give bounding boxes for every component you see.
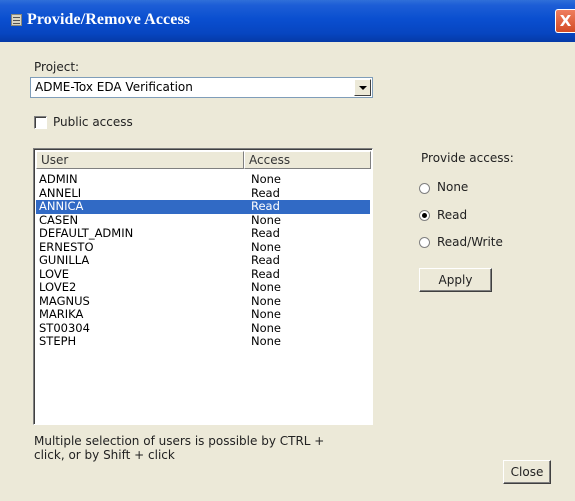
cell-access: Read (251, 185, 280, 200)
hint-line-1: Multiple selection of users is possible … (34, 434, 325, 448)
table-row[interactable]: STEPH None (36, 334, 370, 349)
cell-user: LOVE (39, 266, 69, 281)
cell-access: None (251, 320, 282, 335)
project-select-value: ADME-Tox EDA Verification (35, 80, 193, 94)
public-access-checkbox[interactable] (34, 116, 47, 129)
radio-read[interactable] (419, 210, 430, 221)
cell-access: None (251, 239, 282, 254)
table-row[interactable]: LOVE Read (36, 266, 370, 282)
window-menu-icon[interactable] (11, 14, 22, 26)
table-row[interactable]: ADMIN None (36, 172, 370, 187)
radio-read-label[interactable]: Read (437, 208, 467, 222)
table-row[interactable]: ANNELI Read (36, 185, 370, 201)
cell-access: None (251, 280, 282, 294)
table-row[interactable]: ST00304 None (36, 320, 370, 336)
users-list[interactable]: User Access ADMIN None ANNELI Read ANNICA Rea… (33, 148, 373, 425)
cell-access: None (251, 212, 282, 227)
table-row[interactable]: MARIKA None (36, 307, 370, 322)
project-label: Project: (34, 60, 80, 74)
cell-user: MARIKA (39, 307, 84, 321)
radio-none-label[interactable]: None (437, 180, 468, 194)
cell-user: ANNICA (39, 199, 84, 213)
cell-user: ADMIN (39, 172, 78, 186)
column-header-access[interactable]: Access (244, 151, 371, 169)
window-title: Provide/Remove Access (27, 11, 191, 28)
cell-user: STEPH (39, 334, 77, 348)
table-row[interactable]: CASEN None (36, 212, 370, 228)
cell-access: None (251, 307, 282, 321)
cell-user: CASEN (39, 212, 79, 227)
cell-access: Read (251, 253, 280, 267)
table-row[interactable]: LOVE2 None (36, 280, 370, 295)
window-close-button[interactable]: X (555, 9, 575, 33)
apply-button[interactable]: Apply (419, 268, 492, 292)
cell-access: Read (251, 266, 280, 281)
access-dialog: Provide/Remove Access X Project: ADME-To… (0, 0, 575, 501)
table-row[interactable]: MAGNUS None (36, 293, 370, 309)
cell-access: None (251, 172, 282, 186)
radio-none[interactable] (419, 183, 430, 194)
column-header-user[interactable]: User (36, 151, 244, 169)
cell-user: DEFAULT_ADMIN (39, 226, 134, 240)
table-row[interactable]: DEFAULT_ADMIN Read (36, 226, 370, 241)
table-row[interactable]: GUNILLA Read (36, 253, 370, 268)
cell-user: ST00304 (39, 320, 90, 335)
chevron-down-icon[interactable] (354, 79, 371, 96)
title-bar[interactable]: Provide/Remove Access X (0, 0, 575, 42)
table-row[interactable]: ERNESTO None (36, 239, 370, 255)
cell-access: None (251, 334, 282, 348)
cell-user: ERNESTO (39, 239, 94, 254)
cell-user: LOVE2 (39, 280, 77, 294)
provide-access-label: Provide access: (421, 151, 514, 165)
close-button[interactable]: Close (503, 460, 551, 484)
radio-read-write[interactable] (419, 237, 430, 248)
hint-line-2: click, or by Shift + click (34, 448, 175, 462)
cell-access: Read (251, 226, 280, 240)
cell-access: Read (251, 199, 280, 213)
project-select[interactable]: ADME-Tox EDA Verification (30, 77, 373, 98)
cell-user: GUNILLA (39, 253, 90, 267)
cell-user: ANNELI (39, 185, 82, 200)
cell-user: MAGNUS (39, 293, 90, 308)
table-row[interactable]: ANNICA Read (36, 199, 370, 214)
radio-read-write-label[interactable]: Read/Write (437, 235, 503, 249)
users-list-rows: ADMIN None ANNELI Read ANNICA Read CASEN None DE… (36, 172, 370, 349)
public-access-label[interactable]: Public access (53, 115, 133, 129)
cell-access: None (251, 293, 282, 308)
